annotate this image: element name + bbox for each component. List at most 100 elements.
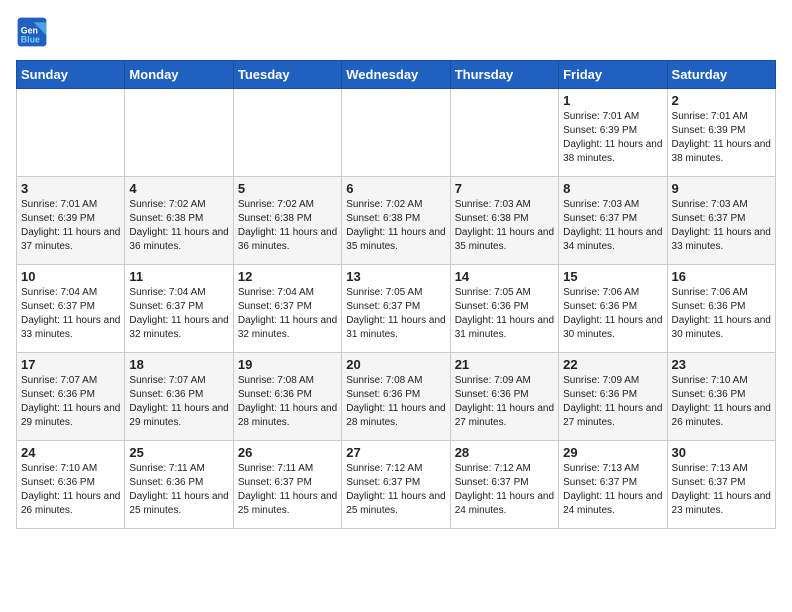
- logo-icon: Gen Blue: [16, 16, 48, 48]
- day-info: Sunrise: 7:08 AM: [238, 374, 337, 388]
- day-info: Sunrise: 7:01 AM: [21, 198, 120, 212]
- day-cell: 17Sunrise: 7:07 AMSunset: 6:36 PMDayligh…: [17, 353, 125, 441]
- day-cell: 23Sunrise: 7:10 AMSunset: 6:36 PMDayligh…: [667, 353, 775, 441]
- day-cell: 28Sunrise: 7:12 AMSunset: 6:37 PMDayligh…: [450, 441, 558, 529]
- day-cell: 12Sunrise: 7:04 AMSunset: 6:37 PMDayligh…: [233, 265, 341, 353]
- day-info: Sunrise: 7:12 AM: [346, 462, 445, 476]
- day-info: Sunset: 6:36 PM: [563, 388, 662, 402]
- day-cell: 24Sunrise: 7:10 AMSunset: 6:36 PMDayligh…: [17, 441, 125, 529]
- day-cell: 13Sunrise: 7:05 AMSunset: 6:37 PMDayligh…: [342, 265, 450, 353]
- weekday-saturday: Saturday: [667, 61, 775, 89]
- day-number: 7: [455, 181, 554, 196]
- day-info: Daylight: 11 hours and 29 minutes.: [129, 402, 228, 430]
- day-info: Sunset: 6:36 PM: [238, 388, 337, 402]
- day-number: 21: [455, 357, 554, 372]
- day-info: Daylight: 11 hours and 27 minutes.: [563, 402, 662, 430]
- day-info: Sunrise: 7:03 AM: [455, 198, 554, 212]
- day-info: Sunset: 6:36 PM: [21, 476, 120, 490]
- weekday-tuesday: Tuesday: [233, 61, 341, 89]
- day-cell: [125, 89, 233, 177]
- day-cell: 15Sunrise: 7:06 AMSunset: 6:36 PMDayligh…: [559, 265, 667, 353]
- day-info: Sunset: 6:37 PM: [672, 476, 771, 490]
- day-info: Daylight: 11 hours and 35 minutes.: [346, 226, 445, 254]
- day-info: Daylight: 11 hours and 26 minutes.: [672, 402, 771, 430]
- day-cell: 3Sunrise: 7:01 AMSunset: 6:39 PMDaylight…: [17, 177, 125, 265]
- day-info: Daylight: 11 hours and 26 minutes.: [21, 490, 120, 518]
- day-info: Sunset: 6:38 PM: [455, 212, 554, 226]
- day-number: 16: [672, 269, 771, 284]
- day-cell: 26Sunrise: 7:11 AMSunset: 6:37 PMDayligh…: [233, 441, 341, 529]
- day-info: Sunrise: 7:13 AM: [672, 462, 771, 476]
- svg-text:Blue: Blue: [21, 34, 40, 44]
- day-info: Sunset: 6:37 PM: [672, 212, 771, 226]
- day-info: Sunrise: 7:12 AM: [455, 462, 554, 476]
- day-number: 20: [346, 357, 445, 372]
- day-cell: 29Sunrise: 7:13 AMSunset: 6:37 PMDayligh…: [559, 441, 667, 529]
- day-info: Sunset: 6:37 PM: [21, 300, 120, 314]
- weekday-wednesday: Wednesday: [342, 61, 450, 89]
- day-info: Sunrise: 7:09 AM: [563, 374, 662, 388]
- day-number: 13: [346, 269, 445, 284]
- day-cell: 22 Sunrise: 7:09 AMSunset: 6:36 PMDayligh…: [559, 353, 667, 441]
- day-cell: 16Sunrise: 7:06 AMSunset: 6:36 PMDayligh…: [667, 265, 775, 353]
- day-info: Sunset: 6:37 PM: [346, 476, 445, 490]
- day-info: Daylight: 11 hours and 27 minutes.: [455, 402, 554, 430]
- day-info: Daylight: 11 hours and 38 minutes.: [672, 138, 771, 166]
- day-number: 9: [672, 181, 771, 196]
- day-info: Sunset: 6:38 PM: [346, 212, 445, 226]
- day-info: Sunset: 6:38 PM: [129, 212, 228, 226]
- day-info: Sunset: 6:36 PM: [21, 388, 120, 402]
- day-info: Daylight: 11 hours and 38 minutes.: [563, 138, 662, 166]
- day-info: Sunset: 6:36 PM: [455, 300, 554, 314]
- day-number: 3: [21, 181, 120, 196]
- weekday-friday: Friday: [559, 61, 667, 89]
- day-number: 11: [129, 269, 228, 284]
- day-number: 27: [346, 445, 445, 460]
- day-info: Daylight: 11 hours and 36 minutes.: [238, 226, 337, 254]
- day-info: Sunrise: 7:03 AM: [563, 198, 662, 212]
- week-row-3: 10Sunrise: 7:04 AMSunset: 6:37 PMDayligh…: [17, 265, 776, 353]
- day-number: 26: [238, 445, 337, 460]
- day-info: Sunrise: 7:13 AM: [563, 462, 662, 476]
- day-info: Sunrise: 7:02 AM: [346, 198, 445, 212]
- day-cell: [17, 89, 125, 177]
- day-info: Daylight: 11 hours and 30 minutes.: [563, 314, 662, 342]
- day-info: Sunrise: 7:07 AM: [21, 374, 120, 388]
- day-info: Sunrise: 7:04 AM: [129, 286, 228, 300]
- week-row-1: 1Sunrise: 7:01 AMSunset: 6:39 PMDaylight…: [17, 89, 776, 177]
- day-info: Daylight: 11 hours and 31 minutes.: [455, 314, 554, 342]
- day-info: Daylight: 11 hours and 33 minutes.: [21, 314, 120, 342]
- day-number: 12: [238, 269, 337, 284]
- day-info: Daylight: 11 hours and 35 minutes.: [455, 226, 554, 254]
- day-info: Sunset: 6:37 PM: [238, 300, 337, 314]
- day-info: Sunrise: 7:01 AM: [672, 110, 771, 124]
- day-info: Daylight: 11 hours and 28 minutes.: [346, 402, 445, 430]
- day-info: Sunset: 6:37 PM: [455, 476, 554, 490]
- day-info: Daylight: 11 hours and 31 minutes.: [346, 314, 445, 342]
- day-number: 28: [455, 445, 554, 460]
- day-info: Sunrise: 7:11 AM: [238, 462, 337, 476]
- weekday-header-row: SundayMondayTuesdayWednesdayThursdayFrid…: [17, 61, 776, 89]
- day-cell: [450, 89, 558, 177]
- day-number: 1: [563, 93, 662, 108]
- day-info: Daylight: 11 hours and 30 minutes.: [672, 314, 771, 342]
- weekday-monday: Monday: [125, 61, 233, 89]
- day-info: Sunrise: 7:10 AM: [21, 462, 120, 476]
- day-info: Daylight: 11 hours and 23 minutes.: [672, 490, 771, 518]
- weekday-sunday: Sunday: [17, 61, 125, 89]
- day-number: 10: [21, 269, 120, 284]
- day-info: Sunrise: 7:06 AM: [672, 286, 771, 300]
- day-info: Sunrise: 7:09 AM: [455, 374, 554, 388]
- day-info: Sunset: 6:37 PM: [563, 476, 662, 490]
- day-info: Sunset: 6:36 PM: [455, 388, 554, 402]
- day-number: 19: [238, 357, 337, 372]
- day-info: Sunset: 6:39 PM: [21, 212, 120, 226]
- day-cell: 10Sunrise: 7:04 AMSunset: 6:37 PMDayligh…: [17, 265, 125, 353]
- day-info: Sunrise: 7:05 AM: [455, 286, 554, 300]
- day-cell: 21 Sunrise: 7:09 AMSunset: 6:36 PMDayligh…: [450, 353, 558, 441]
- day-info: Sunrise: 7:02 AM: [238, 198, 337, 212]
- day-info: Sunset: 6:39 PM: [563, 124, 662, 138]
- day-number: 22: [563, 357, 662, 372]
- day-number: 23: [672, 357, 771, 372]
- day-info: Sunrise: 7:11 AM: [129, 462, 228, 476]
